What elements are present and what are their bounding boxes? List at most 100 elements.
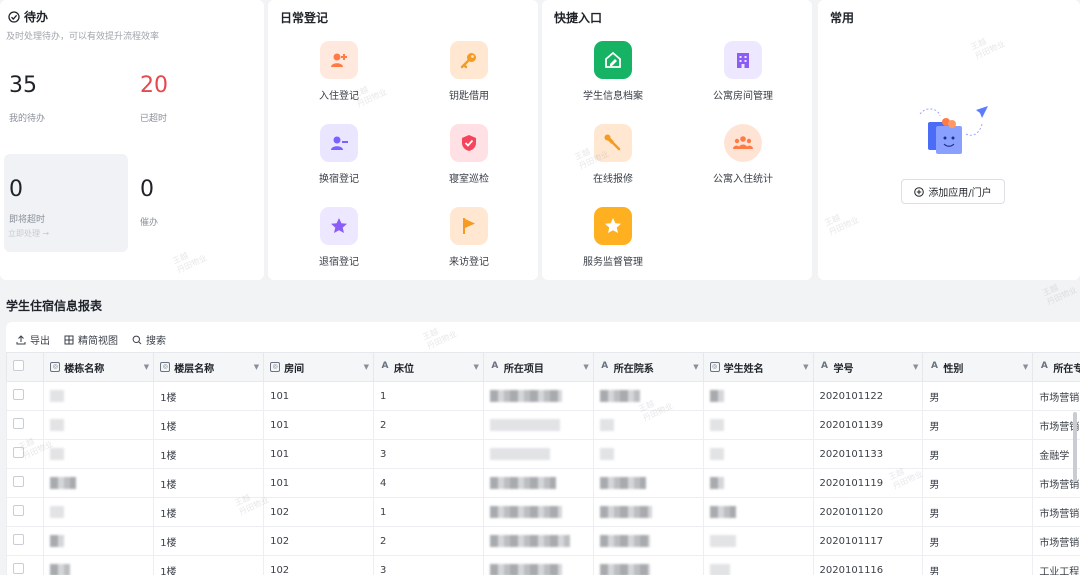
dropdown-arrow-icon[interactable]: ▼ [583,363,588,371]
redacted-project [489,477,556,489]
search-button[interactable]: 搜索 [132,332,166,347]
table-row[interactable]: 1楼 101 2 2020101139 男 市场营销 [6,410,1080,440]
dropdown-arrow-icon[interactable]: ▼ [803,363,808,371]
select-all-checkbox[interactable] [13,360,24,371]
text-field-icon: A [1040,361,1048,371]
column-header[interactable]: A 所在院系 ▼ [592,352,704,382]
star-icon [594,207,632,245]
overdue-count[interactable]: 20 [140,73,168,98]
column-header[interactable]: A 床位 ▼ [372,352,484,382]
simple-view-button[interactable]: 精简视图 [64,332,118,347]
visitor-register-tile[interactable]: 来访登记 [419,207,519,268]
table-scrollbar[interactable] [1073,412,1077,482]
column-header[interactable]: ◎ 楼栋名称 ▼ [43,352,155,382]
row-checkbox[interactable] [13,505,24,516]
dropdown-arrow-icon[interactable]: ▼ [913,363,918,371]
column-header[interactable]: ◎ 学生姓名 ▼ [702,352,814,382]
service-supervision-tile[interactable]: 服务监督管理 [563,207,663,268]
row-checkbox[interactable] [13,563,24,574]
column-header[interactable]: ◎ 楼层名称 ▼ [153,352,265,382]
dorm-inspection-tile[interactable]: 寝室巡检 [419,124,519,185]
row-checkbox[interactable] [13,418,24,429]
user-switch-icon [320,124,358,162]
table-row[interactable]: 1楼 102 2 2020101117 男 市场营销 [6,526,1080,556]
handle-now-link[interactable]: 立即处理 → [8,228,49,239]
building-icon [724,41,762,79]
report-toolbar: 导出 精简视图 搜索 [16,332,166,347]
table-row[interactable]: 1楼 101 1 2020101122 男 市场营销 [6,381,1080,411]
room-change-tile[interactable]: 换宿登记 [289,124,389,185]
export-button[interactable]: 导出 [16,332,50,347]
row-checkbox[interactable] [13,476,24,487]
text-field-icon: A [930,361,938,371]
redacted-name [709,419,724,431]
redacted-building [50,477,77,489]
search-icon [132,335,142,344]
column-header[interactable]: A 所在项目 ▼ [482,352,594,382]
table-row[interactable]: 1楼 102 3 2020101116 男 工业工程 [6,555,1080,575]
dropdown-arrow-icon[interactable]: ▼ [364,363,369,371]
my-todo-label: 我的待办 [9,114,46,124]
row-checkbox[interactable] [13,447,24,458]
redacted-department [599,477,646,489]
column-header[interactable]: ◎ 房间 ▼ [263,352,374,382]
todo-card: 待办 及时处理待办，可以有效提升流程效率 35 我的待办 20 已超时 0 即将… [0,0,264,280]
quick-title: 快捷入口 [554,11,603,25]
user-add-icon [320,41,358,79]
common-card: 常用 添加应用/门户 [818,0,1080,280]
table-row[interactable]: 1楼 101 3 2020101133 男 金融学 [6,439,1080,469]
checkout-register-tile[interactable]: 退宿登记 [289,207,389,268]
student-archive-tile[interactable]: 学生信息档案 [563,41,663,102]
add-app-portal-button[interactable]: 添加应用/门户 [901,179,1005,204]
dropdown-arrow-icon[interactable]: ▼ [144,363,149,371]
text-field-icon: A [821,361,829,371]
dropdown-arrow-icon[interactable]: ▼ [473,363,478,371]
quick-entry-card: 快捷入口 学生信息档案 公寓房间管理 在线报修 公寓入住统计 服务监督管理 [542,0,812,280]
table-row[interactable]: 1楼 102 1 2020101120 男 市场营销 [6,497,1080,527]
report-title: 学生住宿信息报表 [6,299,103,313]
redacted-building [50,390,65,402]
key-borrow-tile[interactable]: 钥匙借用 [419,41,519,102]
key-icon [450,41,488,79]
todo-subtitle: 及时处理待办，可以有效提升流程效率 [6,32,160,42]
redacted-name [709,506,736,518]
redacted-department [599,564,650,575]
dropdown-arrow-icon[interactable]: ▼ [254,363,259,371]
my-todo-count[interactable]: 35 [9,73,37,98]
redacted-project [489,564,562,575]
field-type-icon: ◎ [709,362,720,372]
table-header-row: ◎ 楼栋名称 ▼ ◎ 楼层名称 ▼ ◎ 房间 ▼ A 床位 ▼ A 所在项目 ▼ A 所在院系 ▼ ◎ 学… [6,352,1080,382]
column-header[interactable]: A 性别 ▼ [922,352,1034,382]
report-table: ◎ 楼栋名称 ▼ ◎ 楼层名称 ▼ ◎ 房间 ▼ A 床位 ▼ A 所在项目 ▼ A 所在院系 ▼ ◎ 学… [6,352,1080,575]
column-header[interactable]: A 学号 ▼ [812,352,924,382]
row-checkbox[interactable] [13,389,24,400]
table-row[interactable]: 1楼 101 4 2020101119 男 市场营销 [6,468,1080,498]
redacted-department [599,535,650,547]
field-type-icon: ◎ [270,362,281,372]
redacted-building [50,564,71,575]
text-field-icon: A [381,361,389,371]
room-management-tile[interactable]: 公寓房间管理 [693,41,793,102]
todo-title: 待办 [8,8,48,25]
shield-check-icon [450,124,488,162]
redacted-building [50,535,65,547]
column-header[interactable]: A所在专 [1032,352,1080,382]
checkin-statistics-tile[interactable]: 公寓入住统计 [693,124,793,185]
grid-view-icon [64,335,74,344]
check-circle-icon [8,10,20,23]
redacted-name [709,564,730,575]
redacted-project [489,535,570,547]
text-field-icon: A [601,361,609,371]
dropdown-arrow-icon[interactable]: ▼ [1023,363,1028,371]
reminder-count[interactable]: 0 [140,177,154,202]
select-all-cell[interactable] [6,352,45,382]
soon-overdue-count: 0 [9,177,23,202]
redacted-project [489,390,562,402]
redacted-department [599,390,640,402]
online-repair-tile[interactable]: 在线报修 [563,124,663,185]
flag-icon [450,207,488,245]
plus-circle-icon [914,186,925,197]
row-checkbox[interactable] [13,534,24,545]
checkin-register-tile[interactable]: 入住登记 [289,41,389,102]
dropdown-arrow-icon[interactable]: ▼ [693,363,698,371]
